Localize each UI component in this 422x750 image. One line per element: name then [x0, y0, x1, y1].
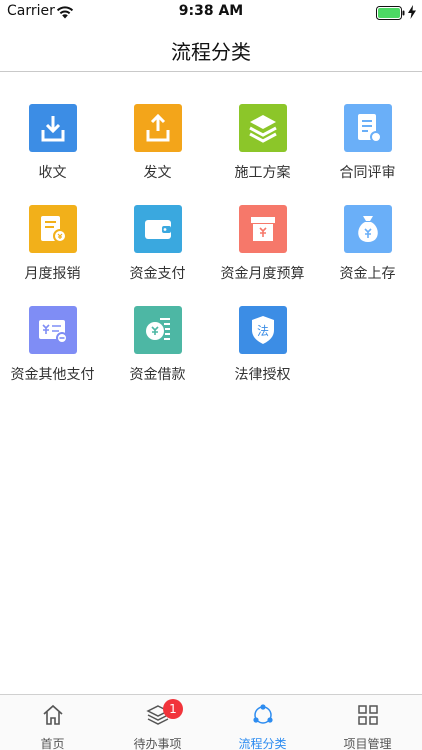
navigation-bar: 流程分类 [0, 24, 422, 72]
yen-card-icon [29, 306, 77, 354]
tile-jiekuan[interactable]: 资金借款 [105, 274, 210, 383]
wallet-icon [134, 205, 182, 253]
tile-fawen[interactable]: 发文 [105, 72, 210, 181]
tile-label: 法律授权 [234, 367, 291, 383]
tile-label: 资金借款 [129, 367, 186, 383]
tab-bar: 首页 1 待办事项 流程分类 项目管理 [0, 694, 422, 750]
svg-text:法: 法 [257, 324, 269, 338]
grid-icon [356, 703, 380, 727]
notification-badge: 1 [163, 699, 183, 719]
tile-yuedubaoxiao[interactable]: 月度报销 [0, 173, 105, 282]
law-shield-icon: 法 [239, 306, 287, 354]
tile-label: 资金其他支付 [10, 367, 95, 383]
tab-label: 项目管理 [343, 737, 392, 750]
money-bag-icon [344, 205, 392, 253]
tile-shigong[interactable]: 施工方案 [210, 72, 315, 181]
tile-zijinzhifu[interactable]: 资金支付 [105, 173, 210, 282]
tab-project-management[interactable]: 项目管理 [315, 695, 420, 750]
tile-shouwen[interactable]: 收文 [0, 72, 105, 181]
tab-label: 待办事项 [133, 737, 182, 750]
inbox-download-icon [29, 104, 77, 152]
tab-home[interactable]: 首页 [0, 695, 105, 750]
clock: 9:38 AM [178, 3, 244, 19]
tab-label: 首页 [40, 737, 65, 750]
contract-review-icon [344, 104, 392, 152]
reimbursement-icon [29, 205, 77, 253]
tab-todo[interactable]: 1 待办事项 [105, 695, 210, 750]
tile-hetong[interactable]: 合同评审 [315, 72, 420, 181]
status-bar: Carrier 9:38 AM [0, 0, 422, 24]
yen-ledger-icon [134, 306, 182, 354]
budget-box-icon [239, 205, 287, 253]
tile-label: 资金上存 [339, 266, 396, 282]
outbox-upload-icon [134, 104, 182, 152]
tile-qitazhifu[interactable]: 资金其他支付 [0, 274, 105, 383]
tab-label: 流程分类 [238, 737, 287, 750]
tile-shangcun[interactable]: 资金上存 [315, 173, 420, 282]
share-circle-icon [251, 703, 275, 727]
charging-bolt-icon [408, 4, 416, 19]
page-title: 流程分类 [171, 40, 251, 64]
tile-falvshouquan[interactable]: 法 法律授权 [210, 274, 315, 383]
tile-yusuan[interactable]: 资金月度预算 [210, 173, 315, 282]
battery-icon [376, 5, 405, 20]
layers-icon [239, 104, 287, 152]
home-icon [41, 703, 65, 727]
tab-process-category[interactable]: 流程分类 [210, 695, 315, 750]
